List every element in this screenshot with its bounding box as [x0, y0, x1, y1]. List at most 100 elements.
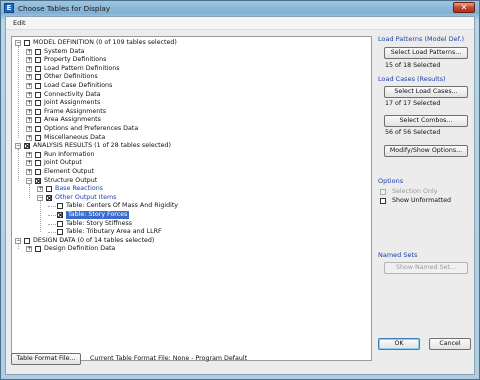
tree-label: Joint Assignments	[44, 99, 101, 107]
expand-icon[interactable]: +	[26, 246, 32, 253]
expand-icon[interactable]: +	[26, 169, 32, 175]
tree-label: ANALYSIS RESULTS (1 of 28 tables selecte…	[33, 142, 171, 150]
tree-checkbox[interactable]	[35, 91, 41, 98]
tree-guide-line	[18, 243, 19, 250]
tree-checkbox[interactable]	[57, 229, 63, 236]
tree-checkbox[interactable]	[57, 220, 63, 227]
window-title: Choose Tables for Display	[18, 4, 111, 13]
expand-icon[interactable]: +	[26, 65, 32, 72]
show-named-set-button[interactable]: Show Named Set...	[384, 262, 468, 274]
load-patterns-header: Load Patterns (Model Def.)	[378, 35, 465, 43]
expand-icon[interactable]: +	[26, 100, 32, 107]
current-table-format-file: Current Table Format File: None - Progra…	[90, 355, 248, 362]
tree-label: Property Definitions	[44, 56, 107, 64]
ok-button[interactable]: OK	[378, 338, 420, 350]
tree-guide-line	[29, 183, 30, 198]
tree-label: Table: Centers Of Mass And Rigidity	[66, 202, 179, 210]
tree-connector	[48, 215, 56, 216]
tree-label: Options and Preferences Data	[44, 125, 139, 132]
tree-label: Miscellaneous Data	[44, 133, 106, 141]
tree-guide-line	[18, 149, 19, 181]
tree-checkbox[interactable]	[24, 143, 30, 150]
tree-checkbox[interactable]	[35, 117, 41, 124]
tree-checkbox[interactable]	[35, 134, 41, 141]
tree-checkbox[interactable]	[24, 237, 30, 244]
expand-icon[interactable]: +	[26, 57, 32, 64]
tree-checkbox[interactable]	[35, 65, 41, 72]
select-combos-button[interactable]: Select Combos...	[384, 115, 468, 127]
tree-checkbox[interactable]	[35, 169, 41, 175]
tree-label: DESIGN DATA (0 of 14 tables selected)	[33, 236, 155, 244]
expand-icon[interactable]: +	[26, 134, 32, 141]
dialog-client-area: Edit − MODEL DEFINITION (0 of 109 tables …	[5, 16, 475, 375]
tree-label: Table: Story Stiffness	[66, 219, 133, 227]
tree-checkbox[interactable]	[24, 40, 30, 46]
expand-icon[interactable]: +	[26, 126, 32, 132]
expand-icon[interactable]: +	[26, 91, 32, 98]
tree-checkbox[interactable]	[35, 246, 41, 253]
selection-only-label: Selection Only	[392, 188, 438, 195]
tree-checkbox[interactable]	[35, 126, 41, 132]
show-unformatted-box[interactable]	[380, 198, 386, 204]
load-patterns-status: 15 of 18 Selected	[385, 62, 441, 69]
show-unformatted-label: Show Unformatted	[392, 197, 451, 204]
select-load-patterns-button[interactable]: Select Load Patterns...	[384, 47, 468, 59]
expand-icon[interactable]: +	[26, 108, 32, 115]
tree-checkbox[interactable]	[35, 108, 41, 115]
tree-label: Load Pattern Definitions	[44, 64, 120, 72]
tree-checkbox[interactable]	[35, 57, 41, 64]
tree-label: Frame Assignments	[44, 107, 106, 115]
selection-only-box[interactable]	[380, 189, 386, 195]
tree-guide-line	[40, 200, 41, 233]
expand-icon[interactable]: +	[26, 48, 32, 55]
close-button[interactable]: ✕	[453, 2, 475, 13]
tree-checkbox[interactable]	[35, 100, 41, 107]
tree-checkbox[interactable]	[35, 177, 41, 184]
load-cases-header: Load Cases (Results)	[378, 75, 446, 83]
tree-checkbox[interactable]	[35, 83, 41, 89]
tree-checkbox[interactable]	[46, 194, 52, 201]
tree-connector	[48, 232, 56, 234]
tree-label: Structure Output	[44, 176, 98, 184]
tree-connector	[48, 206, 56, 208]
menu-bar: Edit	[6, 17, 474, 30]
tree-label: Joint Output	[44, 159, 82, 167]
tree-label: Design Definition Data	[44, 245, 116, 253]
expand-icon[interactable]: +	[26, 160, 32, 167]
tree-label: MODEL DEFINITION (0 of 109 tables select…	[33, 39, 177, 46]
tree-checkbox[interactable]	[57, 203, 63, 210]
expand-icon[interactable]: +	[26, 151, 32, 158]
select-load-cases-button[interactable]: Select Load Cases...	[384, 86, 468, 98]
tree-checkbox[interactable]	[57, 212, 63, 218]
tree-label: Run Information	[44, 150, 95, 158]
app-icon: E	[4, 3, 14, 13]
tree-label: Connectivity Data	[44, 90, 101, 98]
tree-label: Load Case Definitions	[44, 82, 113, 89]
modify-show-options-button[interactable]: Modify/Show Options...	[384, 145, 468, 157]
options-header: Options	[378, 177, 404, 185]
tree-checkbox[interactable]	[35, 48, 41, 55]
tree-checkbox[interactable]	[46, 186, 52, 193]
cancel-button[interactable]: Cancel	[429, 338, 471, 350]
tree-label: Other Output Items	[55, 193, 117, 201]
expand-icon[interactable]: +	[37, 186, 43, 193]
tree-label: Base Reactions	[55, 185, 103, 193]
tree-label: Other Definitions	[44, 73, 98, 81]
load-cases-status: 17 of 17 Selected	[385, 100, 441, 107]
tree-checkbox[interactable]	[35, 160, 41, 167]
tree-checkbox[interactable]	[35, 74, 41, 81]
tree-label: Table: Tributary Area and LLRF	[66, 228, 162, 236]
tree-label: Element Output	[44, 168, 94, 175]
expand-icon[interactable]: +	[26, 83, 32, 89]
combos-status: 56 of 56 Selected	[385, 129, 441, 136]
tree-label: System Data	[44, 47, 85, 55]
expand-icon[interactable]: +	[26, 117, 32, 124]
expand-icon[interactable]: +	[26, 74, 32, 81]
tree-checkbox[interactable]	[35, 151, 41, 158]
tree-guide-line	[18, 46, 19, 138]
menu-edit[interactable]: Edit	[13, 19, 26, 27]
tree-label: Area Assignments	[44, 116, 101, 124]
table-format-file-button[interactable]: Table Format File...	[11, 353, 81, 365]
dialog-window: E Choose Tables for Display ✕ Edit − MODE…	[0, 0, 480, 380]
table-tree[interactable]: − MODEL DEFINITION (0 of 109 tables selec…	[11, 36, 372, 361]
